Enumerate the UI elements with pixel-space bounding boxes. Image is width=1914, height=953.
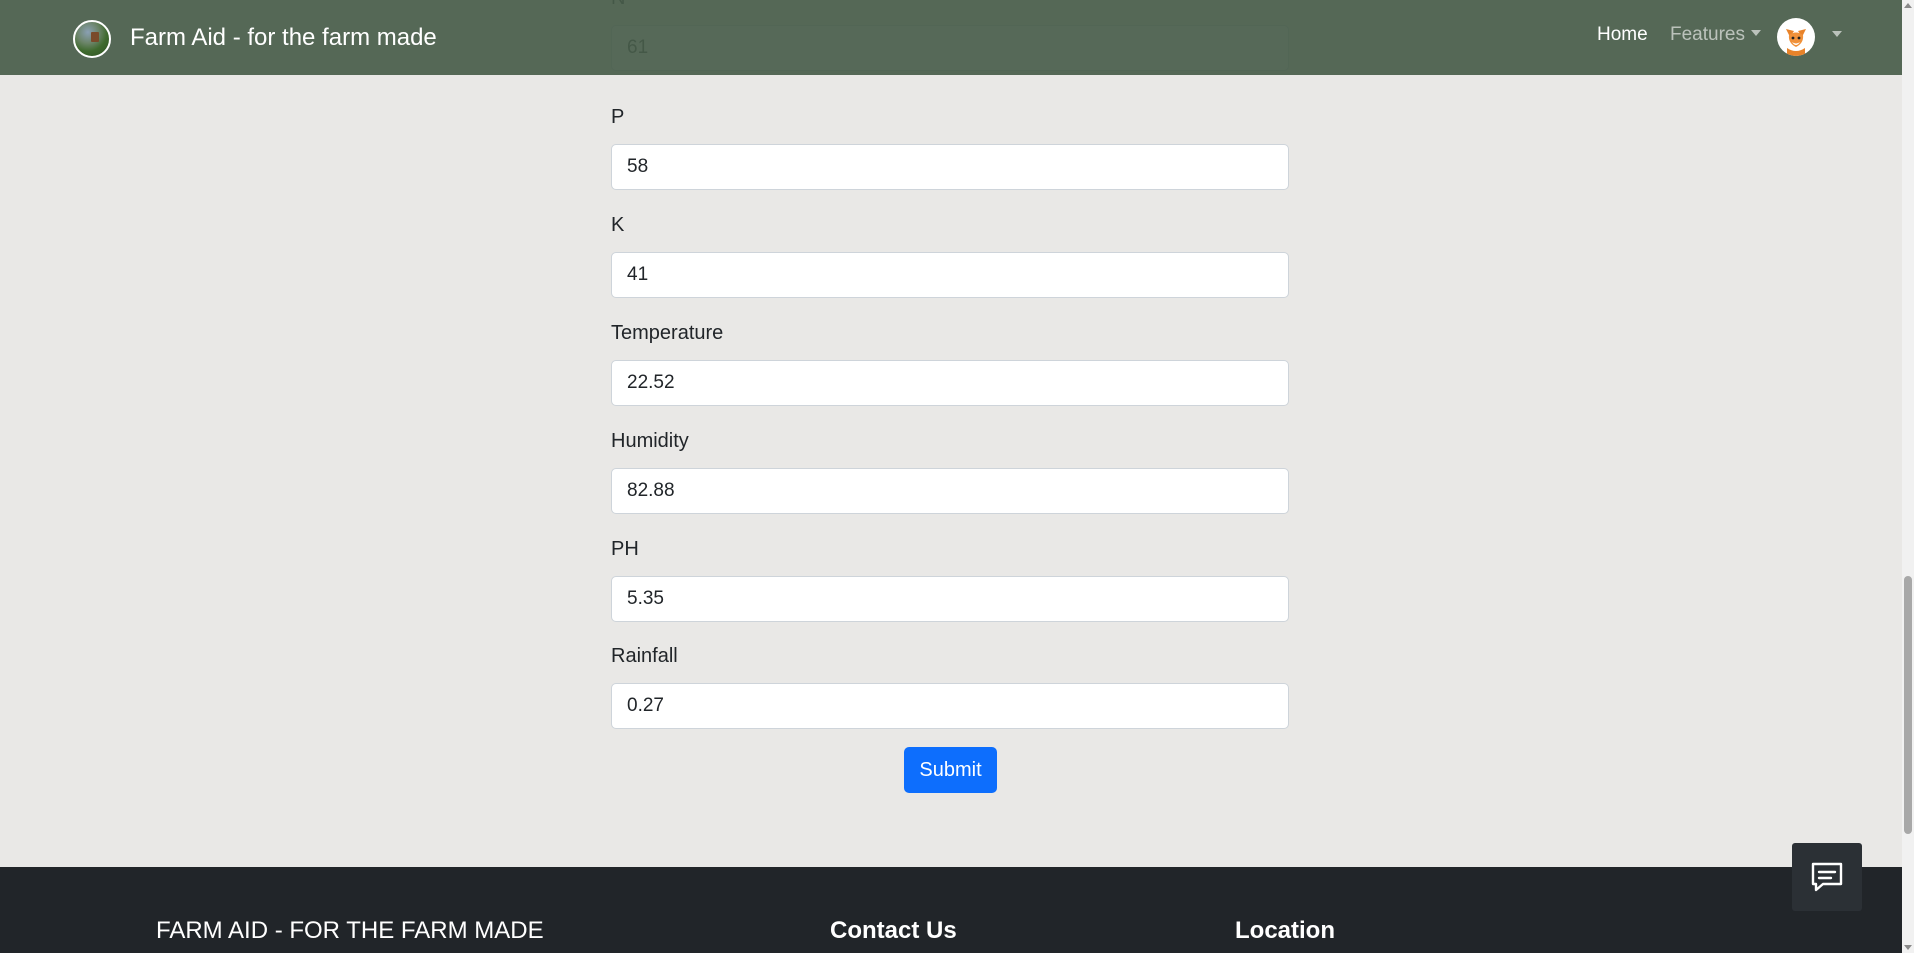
form-group-humidity: Humidity [611,428,1289,514]
field-label-p: P [611,106,625,128]
brand-title[interactable]: Farm Aid - for the farm made [130,22,437,54]
field-label-ph: PH [611,538,639,560]
footer-brand-heading: FARM AID - FOR THE FARM MADE [156,917,544,944]
ph-input[interactable] [611,576,1289,622]
top-navbar: Farm Aid - for the farm made Home Featur… [0,0,1902,75]
field-label-rainfall: Rainfall [611,645,678,667]
form-group-k: K [611,212,1289,298]
form-group-temperature: Temperature [611,320,1289,406]
scroll-down-arrow-icon[interactable] [1904,945,1912,950]
scrollbar-thumb[interactable] [1904,576,1912,834]
field-label-k: K [611,214,625,236]
fox-avatar-icon[interactable] [1777,18,1815,56]
submit-button[interactable]: Submit [904,747,997,793]
footer: FARM AID - FOR THE FARM MADE Contact Us … [0,867,1902,953]
nav-dropdown-features[interactable]: Features [1670,22,1761,48]
avatar-dropdown-chevron-icon[interactable] [1832,31,1842,37]
form-group-p: P [611,104,1289,190]
temperature-input[interactable] [611,360,1289,406]
vertical-scrollbar[interactable] [1902,0,1914,953]
field-label-humidity: Humidity [611,430,689,452]
nav-link-home[interactable]: Home [1597,22,1648,48]
scroll-up-arrow-icon[interactable] [1904,3,1912,8]
chat-widget-button[interactable] [1792,843,1862,911]
chat-bubble-icon [1811,862,1843,892]
farm-logo-icon[interactable] [73,20,111,58]
footer-contact-heading: Contact Us [830,917,957,944]
rainfall-input[interactable] [611,683,1289,729]
p-input[interactable] [611,144,1289,190]
page: N P K Temperature Humidity PH Rainfall S… [0,0,1902,953]
humidity-input[interactable] [611,468,1289,514]
form-group-ph: PH [611,536,1289,622]
nav-features-label: Features [1670,24,1745,45]
k-input[interactable] [611,252,1289,298]
form-group-rainfall: Rainfall [611,643,1289,729]
chevron-down-icon [1750,30,1761,36]
footer-location-heading: Location [1235,917,1335,944]
field-label-temperature: Temperature [611,322,724,344]
